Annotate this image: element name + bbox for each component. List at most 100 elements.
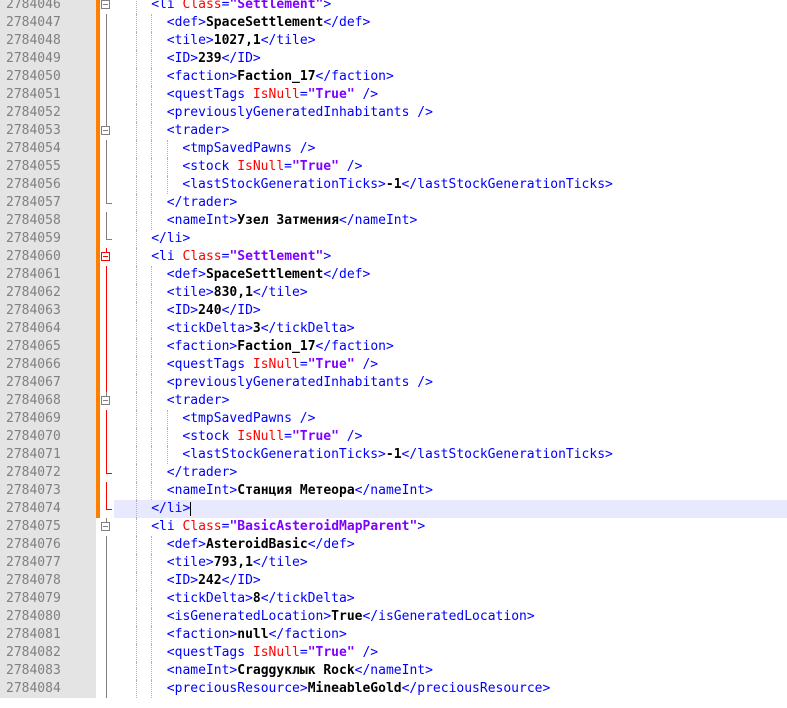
fold-line-icon — [100, 374, 114, 392]
code-text[interactable]: <stock IsNull="True" /> — [182, 158, 362, 176]
code-line[interactable]: 2784069 <tmpSavedPawns /> — [0, 410, 787, 428]
code-line[interactable]: 2784064 <tickDelta>3</tickDelta> — [0, 320, 787, 338]
code-text[interactable]: </li> — [151, 230, 190, 248]
code-text[interactable]: <tmpSavedPawns /> — [182, 140, 315, 158]
code-line[interactable]: 2784076 <def>AsteroidBasic</def> — [0, 536, 787, 554]
code-line[interactable]: 2784065 <faction>Faction_17</faction> — [0, 338, 787, 356]
line-number: 2784053 — [0, 122, 96, 140]
code-line[interactable]: 2784081 <faction>null</faction> — [0, 626, 787, 644]
code-line[interactable]: 2784072 </trader> — [0, 464, 787, 482]
fold-toggle-icon[interactable] — [100, 392, 114, 410]
code-text[interactable]: <def>AsteroidBasic</def> — [167, 536, 355, 554]
code-text[interactable]: <preciousResource>MineableGold</precious… — [167, 680, 551, 698]
code-text[interactable]: <faction>Faction_17</faction> — [167, 68, 394, 86]
code-text[interactable]: <lastStockGenerationTicks>-1</lastStockG… — [182, 446, 612, 464]
xml-tag: </faction> — [315, 69, 394, 84]
code-text[interactable]: <previouslyGeneratedInhabitants /> — [167, 104, 433, 122]
code-line[interactable]: 2784052 <previouslyGeneratedInhabitants /… — [0, 104, 787, 122]
code-text[interactable]: <tmpSavedPawns /> — [182, 410, 315, 428]
code-text[interactable]: <li Class="Settlement"> — [151, 0, 331, 14]
code-line[interactable]: 2784073 <nameInt>Станция Метеора</nameInt… — [0, 482, 787, 500]
code-line[interactable]: 2784074 </li> — [0, 500, 787, 518]
fold-toggle-icon[interactable] — [100, 0, 114, 14]
fold-toggle-icon[interactable] — [100, 122, 114, 140]
code-text[interactable]: <previouslyGeneratedInhabitants /> — [167, 374, 433, 392]
indent-guide — [151, 338, 153, 356]
code-text[interactable]: <li Class="Settlement"> — [151, 248, 331, 266]
code-line[interactable]: 2784061 <def>SpaceSettlement</def> — [0, 266, 787, 284]
code-line[interactable]: 2784046 <li Class="Settlement"> — [0, 0, 787, 14]
code-editor[interactable]: 2784046 <li Class="Settlement"> 2784047 <de… — [0, 0, 787, 698]
fold-line-icon — [100, 68, 114, 86]
code-text[interactable]: <faction>Faction_17</faction> — [167, 338, 394, 356]
code-text[interactable]: <ID>240</ID> — [167, 302, 261, 320]
code-line[interactable]: 2784058 <nameInt>Узел Затмения</nameInt> — [0, 212, 787, 230]
code-text[interactable]: <stock IsNull="True" /> — [182, 428, 362, 446]
code-line[interactable]: 2784084 <preciousResource>MineableGold</p… — [0, 680, 787, 698]
code-text[interactable]: <tickDelta>8</tickDelta> — [167, 590, 355, 608]
code-text[interactable]: <tickDelta>3</tickDelta> — [167, 320, 355, 338]
code-text[interactable]: <isGeneratedLocation>True</isGeneratedLo… — [167, 608, 535, 626]
code-text[interactable]: <tile>1027,1</tile> — [167, 32, 316, 50]
code-line[interactable]: 2784080 <isGeneratedLocation>True</isGene… — [0, 608, 787, 626]
code-line[interactable]: 2784071 <lastStockGenerationTicks>-1</las… — [0, 446, 787, 464]
code-text[interactable]: </trader> — [167, 464, 237, 482]
code-line[interactable]: 2784057 </trader> — [0, 194, 787, 212]
code-line[interactable]: 2784079 <tickDelta>8</tickDelta> — [0, 590, 787, 608]
code-text[interactable]: <tile>793,1</tile> — [167, 554, 308, 572]
code-line[interactable]: 2784083 <nameInt>Craggуклык Rock</nameInt… — [0, 662, 787, 680]
code-text[interactable]: <li Class="BasicAsteroidMapParent"> — [151, 518, 425, 536]
code-line[interactable]: 2784067 <previouslyGeneratedInhabitants /… — [0, 374, 787, 392]
code-line[interactable]: 2784070 <stock IsNull="True" /> — [0, 428, 787, 446]
code-line[interactable]: 2784051 <questTags IsNull="True" /> — [0, 86, 787, 104]
code-text[interactable]: <nameInt>Craggуклык Rock</nameInt> — [167, 662, 433, 680]
indent-guide — [135, 590, 137, 608]
xml-tag: <li — [151, 249, 183, 264]
code-text[interactable]: </trader> — [167, 194, 237, 212]
code-text[interactable]: <trader> — [167, 122, 230, 140]
code-text[interactable]: <ID>239</ID> — [167, 50, 261, 68]
code-line[interactable]: 2784047 <def>SpaceSettlement</def> — [0, 14, 787, 32]
code-line[interactable]: 2784054 <tmpSavedPawns /> — [0, 140, 787, 158]
code-line[interactable]: 2784062 <tile>830,1</tile> — [0, 284, 787, 302]
code-line[interactable]: 2784060 <li Class="Settlement"> — [0, 248, 787, 266]
code-text[interactable]: <questTags IsNull="True" /> — [167, 86, 378, 104]
line-number: 2784057 — [0, 194, 96, 212]
xml-tag: /> — [354, 87, 379, 102]
code-line[interactable]: 2784078 <ID>242</ID> — [0, 572, 787, 590]
code-text[interactable]: <def>SpaceSettlement</def> — [167, 14, 371, 32]
code-text[interactable]: <nameInt>Станция Метеора</nameInt> — [167, 482, 433, 500]
code-text[interactable]: <nameInt>Узел Затмения</nameInt> — [167, 212, 417, 230]
indent-guide — [135, 374, 137, 392]
code-line[interactable]: 2784053 <trader> — [0, 122, 787, 140]
code-line[interactable]: 2784066 <questTags IsNull="True" /> — [0, 356, 787, 374]
code-line[interactable]: 2784049 <ID>239</ID> — [0, 50, 787, 68]
code-line[interactable]: 2784055 <stock IsNull="True" /> — [0, 158, 787, 176]
indent-guide — [135, 158, 137, 176]
code-line[interactable]: 2784059 </li> — [0, 230, 787, 248]
code-text[interactable]: <def>SpaceSettlement</def> — [167, 266, 371, 284]
xml-tag: > — [417, 519, 426, 534]
code-line[interactable]: 2784068 <trader> — [0, 392, 787, 410]
code-line[interactable]: 2784048 <tile>1027,1</tile> — [0, 32, 787, 50]
code-text[interactable]: <lastStockGenerationTicks>-1</lastStockG… — [182, 176, 612, 194]
fold-toggle-icon[interactable] — [100, 518, 114, 536]
code-line[interactable]: 2784063 <ID>240</ID> — [0, 302, 787, 320]
code-text[interactable]: <questTags IsNull="True" /> — [167, 356, 378, 374]
code-line[interactable]: 2784082 <questTags IsNull="True" /> — [0, 644, 787, 662]
code-text[interactable]: <trader> — [167, 392, 230, 410]
indent-guide — [135, 122, 137, 140]
code-text[interactable]: <faction>null</faction> — [167, 626, 347, 644]
xml-tag: <tile> — [166, 33, 214, 48]
code-text[interactable]: <tile>830,1</tile> — [167, 284, 308, 302]
code-line[interactable]: 2784056 <lastStockGenerationTicks>-1</las… — [0, 176, 787, 194]
code-line[interactable]: 2784075 <li Class="BasicAsteroidMapParent… — [0, 518, 787, 536]
indent-guide — [151, 644, 153, 662]
fold-toggle-icon[interactable] — [100, 248, 114, 266]
code-line[interactable]: 2784077 <tile>793,1</tile> — [0, 554, 787, 572]
xml-tag: </tickDelta> — [260, 321, 355, 336]
code-text[interactable]: <ID>242</ID> — [167, 572, 261, 590]
code-text[interactable]: </li> — [151, 500, 192, 518]
code-text[interactable]: <questTags IsNull="True" /> — [167, 644, 378, 662]
code-line[interactable]: 2784050 <faction>Faction_17</faction> — [0, 68, 787, 86]
